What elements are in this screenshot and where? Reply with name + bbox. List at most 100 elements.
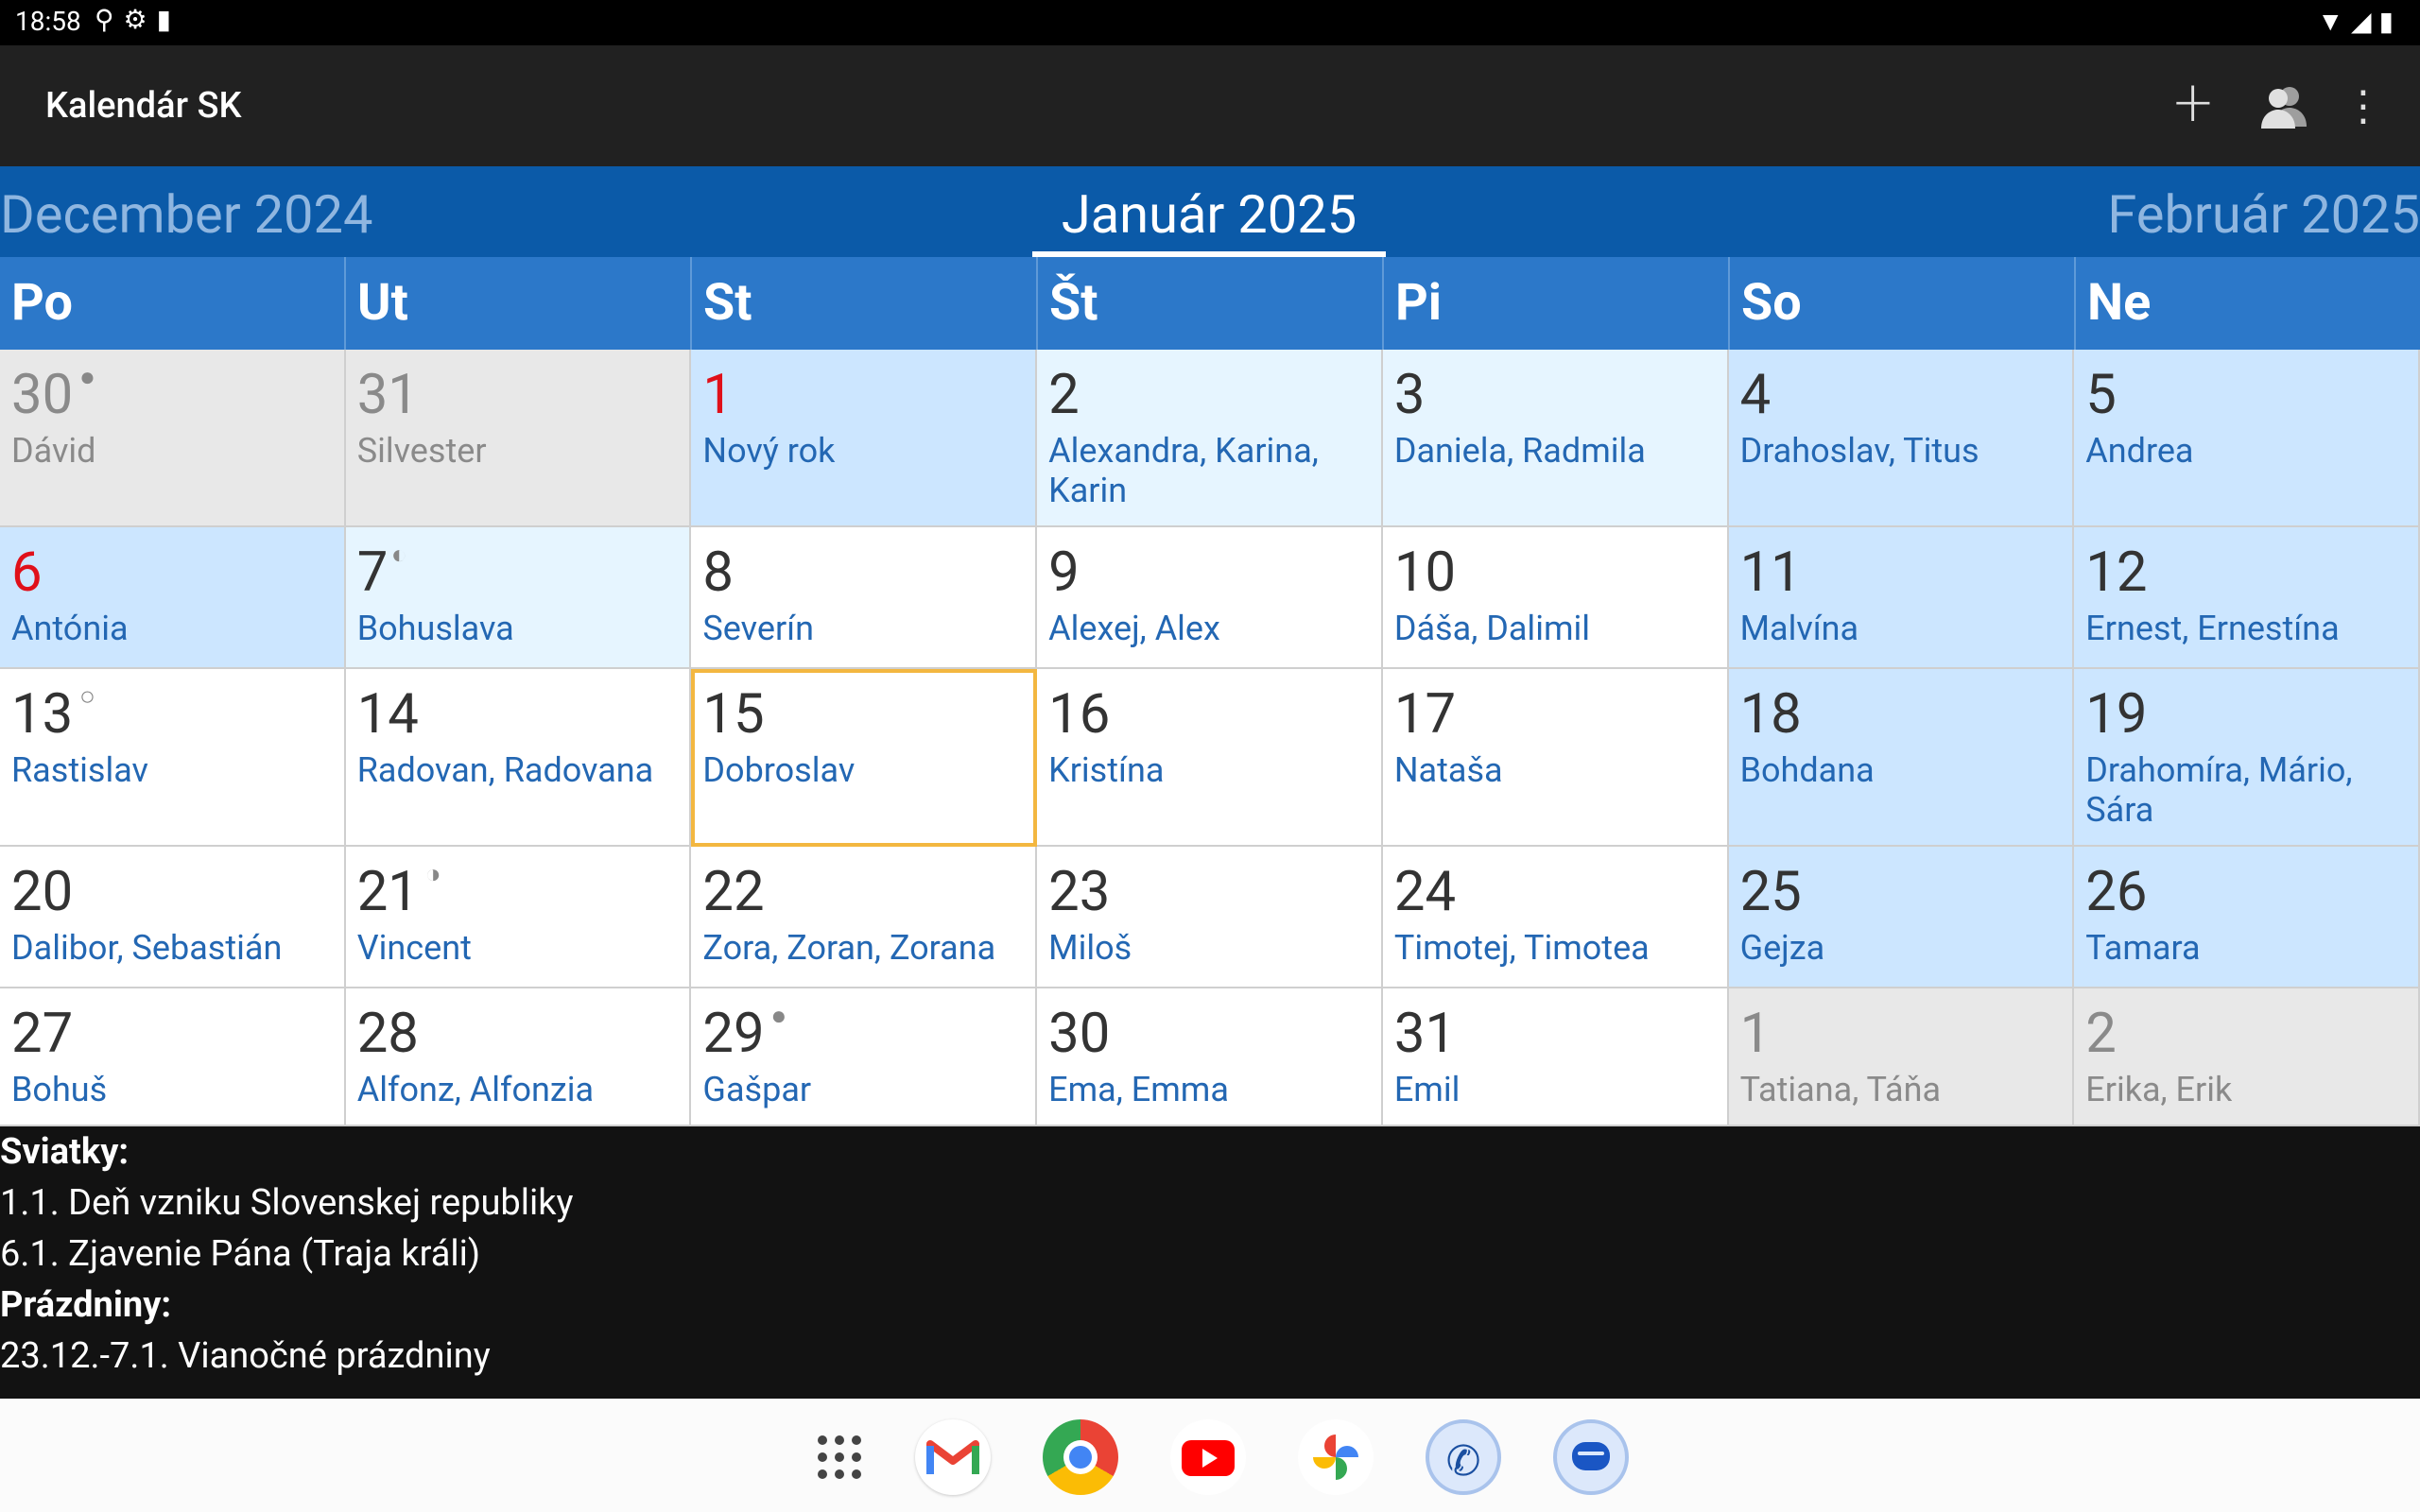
name-day: Erika, Erik	[2085, 1070, 2233, 1109]
contacts-icon[interactable]	[2250, 72, 2318, 140]
vacation-heading: Prázdniny:	[0, 1284, 172, 1326]
day-cell[interactable]: 26 Tamara	[2074, 847, 2420, 988]
app-drawer-icon[interactable]	[802, 1419, 877, 1495]
holidays-heading: Sviatky:	[0, 1131, 130, 1173]
name-day: Ema, Emma	[1048, 1070, 1229, 1109]
day-number: 30	[11, 363, 74, 427]
weekday-label: Št	[1038, 257, 1384, 350]
day-cell[interactable]: 1 Tatiana, Táňa	[1728, 988, 2075, 1126]
day-cell[interactable]: 19 Drahomíra, Mário, Sára	[2074, 669, 2420, 847]
messages-icon[interactable]	[1553, 1419, 1629, 1495]
name-day: Radovan, Radovana	[356, 750, 654, 790]
day-cell[interactable]: 17 Nataša	[1382, 669, 1729, 847]
day-number: 24	[1393, 860, 1457, 924]
day-cell[interactable]: 11 Malvína	[1728, 527, 2075, 669]
name-day: Ernest, Ernestína	[2085, 609, 2340, 648]
chrome-icon[interactable]	[1043, 1419, 1118, 1495]
battery-icon: ▮	[2378, 6, 2401, 37]
name-day: Miloš	[1048, 928, 1132, 968]
name-day: Alexej, Alex	[1048, 609, 1220, 648]
day-number: 22	[702, 860, 765, 924]
day-cell[interactable]: 5 Andrea	[2074, 350, 2420, 527]
name-day: Timotej, Timotea	[1393, 928, 1650, 968]
more-options-icon[interactable]: ⋮	[2329, 72, 2397, 140]
name-day: Daniela, Radmila	[1393, 431, 1646, 471]
name-day: Drahomíra, Mário, Sára	[2085, 750, 2353, 830]
day-cell[interactable]: 20 Dalibor, Sebastián	[0, 847, 346, 988]
day-cell[interactable]: 9 Alexej, Alex	[1037, 527, 1383, 669]
wifi-icon: ▼	[2317, 6, 2352, 37]
youtube-icon[interactable]	[1170, 1419, 1246, 1495]
day-cell[interactable]: 2 Alexandra, Karina, Karin	[1037, 350, 1383, 527]
day-cell[interactable]: 22 Zora, Zoran, Zorana	[691, 847, 1038, 988]
name-day: Emil	[1393, 1070, 1461, 1109]
day-number: 3	[1393, 363, 1426, 427]
day-cell[interactable]: 3 Daniela, Radmila	[1382, 350, 1729, 527]
day-cell[interactable]: 31 Emil	[1382, 988, 1729, 1126]
photos-icon[interactable]	[1298, 1419, 1374, 1495]
day-number: 5	[2085, 363, 2117, 427]
day-cell[interactable]: 8 Severín	[691, 527, 1038, 669]
name-day: Severín	[702, 609, 814, 648]
day-cell[interactable]: 28 Alfonz, Alfonzia	[345, 988, 692, 1126]
day-cell[interactable]: 16 Kristína	[1037, 669, 1383, 847]
next-month-tab[interactable]: Február 2025	[2107, 183, 2420, 246]
day-cell[interactable]: 31 Silvester	[345, 350, 692, 527]
weekday-label: St	[692, 257, 1038, 350]
prev-month-tab[interactable]: December 2024	[0, 183, 372, 246]
day-number: 10	[1393, 541, 1457, 605]
day-cell[interactable]: 27 Bohuš	[0, 988, 346, 1126]
signal-icon: ◢	[2351, 6, 2379, 37]
day-cell[interactable]: 30 ● Dávid	[0, 350, 346, 527]
day-cell[interactable]: 13 ○ Rastislav	[0, 669, 346, 847]
day-number: 1	[1739, 1002, 1772, 1066]
status-system-icons: ▼◢▮	[2317, 6, 2401, 37]
day-cell[interactable]: 30 Ema, Emma	[1037, 988, 1383, 1126]
day-cell[interactable]: 29 ● Gašpar	[691, 988, 1038, 1126]
day-cell[interactable]: 12 Ernest, Ernestína	[2074, 527, 2420, 669]
day-cell[interactable]: 1 Nový rok	[691, 350, 1038, 527]
status-time: 18:58	[15, 6, 81, 37]
day-number: 15	[702, 682, 765, 747]
day-number: 8	[702, 541, 735, 605]
taskbar-dock: ✆	[0, 1399, 2420, 1512]
name-day: Tatiana, Táňa	[1739, 1070, 1942, 1109]
day-cell[interactable]: 21 ◑ Vincent	[345, 847, 692, 988]
calendar-grid: 30 ● Dávid 31 Silvester 1 Nový rok 2 Ale…	[0, 350, 2420, 1126]
name-day: Nataša	[1393, 750, 1503, 790]
day-number: 19	[2085, 682, 2148, 747]
day-cell[interactable]: 4 Drahoslav, Titus	[1728, 350, 2075, 527]
gmail-icon[interactable]	[915, 1419, 991, 1495]
day-cell[interactable]: 24 Timotej, Timotea	[1382, 847, 1729, 988]
day-number: 14	[356, 682, 419, 747]
day-cell-today[interactable]: 15 Dobroslav	[691, 669, 1038, 847]
add-icon[interactable]: +	[2159, 69, 2227, 140]
day-number: 11	[1739, 541, 1802, 605]
holiday-item: 1.1. Deň vzniku Slovenskej republiky	[0, 1182, 574, 1224]
day-number: 29	[702, 1002, 765, 1066]
day-number: 31	[356, 363, 419, 427]
day-cell[interactable]: 7 ◐ Bohuslava	[345, 527, 692, 669]
weekday-label: Pi	[1384, 257, 1730, 350]
weekday-header: Po Ut St Št Pi So Ne	[0, 257, 2420, 350]
day-cell[interactable]: 6 Antónia	[0, 527, 346, 669]
usb-icon: ⚲	[95, 4, 124, 35]
phone-icon[interactable]: ✆	[1426, 1419, 1501, 1495]
day-cell[interactable]: 10 Dáša, Dalimil	[1382, 527, 1729, 669]
day-cell[interactable]: 2 Erika, Erik	[2074, 988, 2420, 1126]
name-day: Gašpar	[702, 1070, 812, 1109]
weekday-label: Ut	[346, 257, 692, 350]
day-cell[interactable]: 14 Radovan, Radovana	[345, 669, 692, 847]
vacation-item: 23.12.-7.1. Vianočné prázdniny	[0, 1335, 491, 1377]
name-day: Bohuslava	[356, 609, 514, 648]
day-number: 20	[11, 860, 74, 924]
name-day: Tamara	[2085, 928, 2201, 968]
app-bar: Kalendár SK + ⋮	[0, 45, 2420, 166]
name-day: Zora, Zoran, Zorana	[702, 928, 996, 968]
day-cell[interactable]: 23 Miloš	[1037, 847, 1383, 988]
name-day: Dávid	[11, 431, 96, 471]
current-month-tab[interactable]: Január 2025	[1032, 183, 1386, 246]
day-cell[interactable]: 25 Gejza	[1728, 847, 2075, 988]
day-number: 23	[1048, 860, 1111, 924]
day-cell[interactable]: 18 Bohdana	[1728, 669, 2075, 847]
